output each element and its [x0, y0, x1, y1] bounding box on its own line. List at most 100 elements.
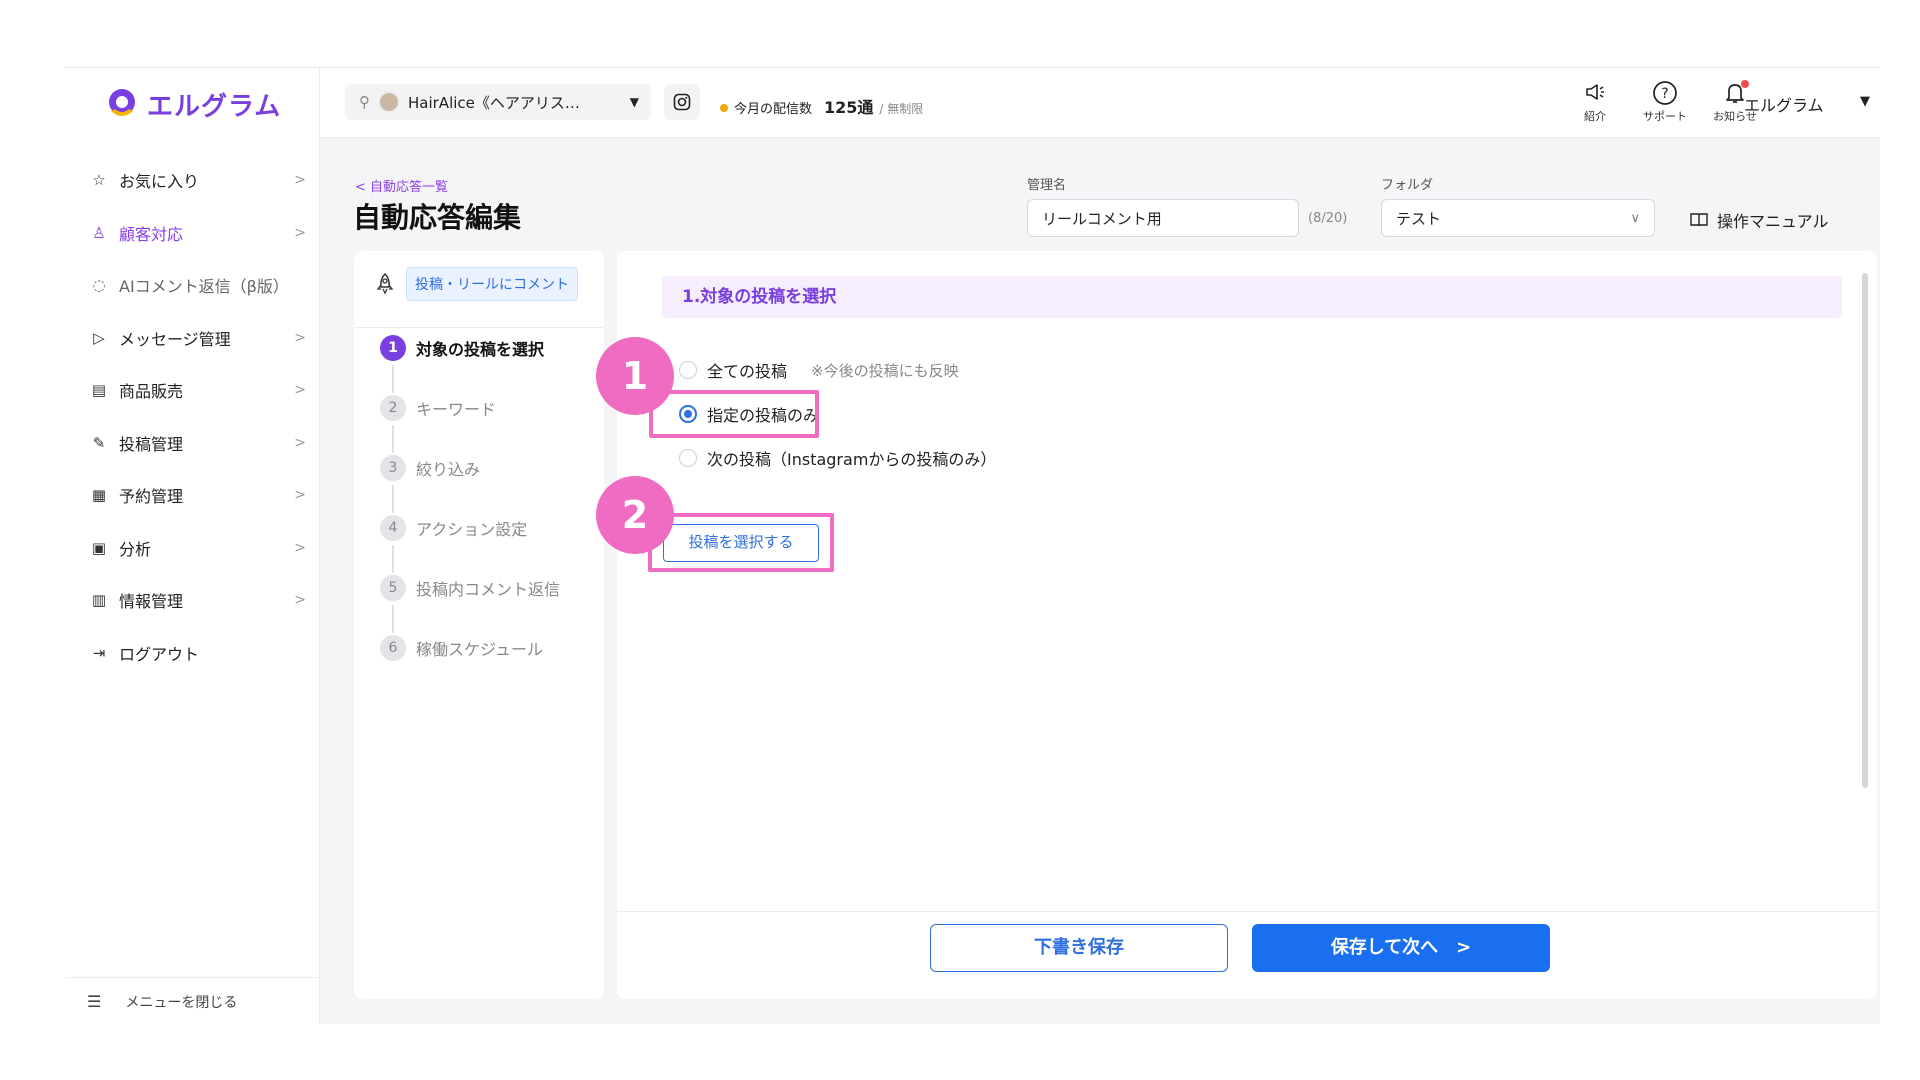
step-item[interactable]: 4 アクション設定 — [380, 515, 527, 541]
step-number: 5 — [380, 575, 406, 601]
account-selector[interactable]: ⚲ HairAlice《ヘアアリス… ▼ — [345, 84, 651, 120]
help-icon: ? — [1635, 80, 1695, 108]
support-label: サポート — [1643, 110, 1687, 123]
chevron-right-icon: > — [294, 172, 306, 189]
user-icon: ♙ — [92, 223, 106, 242]
step-connector — [392, 605, 394, 633]
sidebar-item[interactable]: ▦ 予約管理 > — [65, 469, 320, 522]
radio-button[interactable] — [679, 449, 697, 467]
divider — [617, 911, 1877, 912]
main-panel: 1.対象の投稿を選択 全ての投稿 ※今後の投稿にも反映 指定の投稿のみ 次の投稿… — [596, 251, 1877, 999]
delivery-quota: 今月の配信数 125通 / 無制限 — [720, 94, 923, 118]
option-note: ※今後の投稿にも反映 — [811, 361, 959, 380]
back-link[interactable]: < 自動応答一覧 — [355, 176, 448, 195]
step-connector — [392, 365, 394, 393]
megaphone-icon — [1565, 80, 1625, 108]
book-icon — [1690, 213, 1708, 227]
section-title: 1.対象の投稿を選択 — [662, 276, 1842, 318]
caret-down-icon: ▼ — [629, 95, 639, 109]
rocket-icon — [376, 272, 394, 295]
step-item[interactable]: 5 投稿内コメント返信 — [380, 575, 560, 601]
step-label: 稼働スケジュール — [416, 640, 543, 659]
step-item[interactable]: 1 対象の投稿を選択 — [380, 335, 544, 361]
step-item[interactable]: 2 キーワード — [380, 395, 496, 421]
sidebar-item-label: 投稿管理 — [119, 434, 184, 454]
caret-down-icon[interactable]: ▼ — [1860, 94, 1870, 109]
instagram-button[interactable] — [664, 84, 700, 120]
support-button[interactable]: ? サポート — [1635, 80, 1695, 124]
sidebar-nav: ☆ お気に入り > ♙ 顧客対応 > ◌ AIコメント返信（β版） ▷ メッセージ管理 > ▤ 商品販売… — [65, 154, 320, 679]
svg-text:?: ? — [1661, 86, 1668, 102]
ai-chat-icon: ◌ — [92, 276, 106, 295]
sidebar-item[interactable]: ◌ AIコメント返信（β版） — [65, 259, 320, 312]
step-item[interactable]: 3 絞り込み — [380, 455, 480, 481]
divider — [354, 327, 604, 328]
trigger-tag: 投稿・リールにコメント — [406, 267, 578, 301]
step-number: 6 — [380, 635, 406, 661]
shop-icon: ▤ — [91, 381, 107, 400]
annotation-badge-2: 2 — [596, 476, 674, 554]
chart-icon: ▥ — [91, 591, 107, 610]
folder-value: テスト — [1396, 210, 1442, 228]
highlight-box-2 — [648, 513, 834, 572]
steps-panel: 投稿・リールにコメント 1 対象の投稿を選択 2 キーワード 3 絞り込み 4 アクション設定… — [354, 251, 604, 999]
menu-collapse-icon: ☰ — [87, 992, 102, 1011]
close-menu-button[interactable]: ☰ メニューを閉じる — [65, 977, 320, 1024]
instagram-icon — [673, 93, 691, 111]
management-name-input[interactable]: リールコメント用 — [1027, 199, 1299, 237]
trigger-info: 投稿・リールにコメント — [374, 267, 578, 301]
notification-dot — [1741, 80, 1749, 88]
logo-icon — [105, 87, 139, 121]
sidebar-item-label: 予約管理 — [119, 487, 184, 507]
close-menu-label: メニューを閉じる — [125, 994, 238, 1011]
intro-button[interactable]: 紹介 — [1565, 80, 1625, 124]
sidebar-item[interactable]: ▤ 商品販売 > — [65, 364, 320, 417]
chevron-right-icon: > — [294, 224, 306, 241]
quota-label: 今月の配信数 — [734, 102, 813, 117]
scrollbar[interactable] — [1862, 273, 1868, 788]
option-all-posts[interactable]: 全ての投稿 ※今後の投稿にも反映 — [679, 358, 959, 382]
page-title: 自動応答編集 — [353, 201, 522, 234]
topbar: ⚲ HairAlice《ヘアアリス… ▼ 今月の配信数 125通 / 無制限 紹… — [320, 68, 1880, 138]
sidebar-item[interactable]: ▣ 分析 > — [65, 522, 320, 575]
folder-select[interactable]: テスト ∨ — [1381, 199, 1655, 237]
user-menu[interactable]: エルグラム — [1744, 92, 1824, 116]
highlight-box-1 — [649, 390, 819, 438]
sidebar-item[interactable]: ☆ お気に入り > — [65, 154, 320, 207]
sidebar-item[interactable]: ▷ メッセージ管理 > — [65, 312, 320, 365]
step-label: 絞り込み — [416, 460, 481, 479]
radio-button[interactable] — [679, 361, 697, 379]
save-and-next-button[interactable]: 保存して次へ > — [1252, 924, 1550, 972]
send-icon: ▷ — [93, 328, 105, 347]
step-connector — [392, 545, 394, 573]
step-label: アクション設定 — [416, 520, 528, 539]
save-draft-button[interactable]: 下書き保存 — [930, 924, 1228, 972]
chevron-down-icon: ∨ — [1630, 211, 1640, 226]
logo-text: エルグラム — [147, 91, 282, 122]
link-icon: ⚲ — [359, 93, 370, 111]
sidebar-item[interactable]: ▥ 情報管理 > — [65, 574, 320, 627]
char-counter: (8/20) — [1308, 211, 1348, 226]
sidebar-item-label: メッセージ管理 — [119, 329, 231, 349]
sidebar: エルグラム ☆ お気に入り > ♙ 顧客対応 > ◌ AIコメント返信（β版） ▷ メッセージ管理… — [65, 68, 320, 1024]
sidebar-item-label: 商品販売 — [119, 382, 184, 402]
sidebar-item-label: 情報管理 — [119, 592, 184, 612]
step-number: 3 — [380, 455, 406, 481]
star-icon: ☆ — [92, 171, 106, 190]
option-label: 全ての投稿 — [707, 362, 788, 381]
back-link-label: 自動応答一覧 — [370, 180, 449, 195]
step-item[interactable]: 6 稼働スケジュール — [380, 635, 543, 661]
option-next-post[interactable]: 次の投稿（Instagramからの投稿のみ） — [679, 446, 996, 470]
intro-label: 紹介 — [1584, 110, 1606, 123]
manual-link[interactable]: 操作マニュアル — [1689, 208, 1829, 232]
annotation-badge-1: 1 — [596, 337, 674, 415]
step-number: 2 — [380, 395, 406, 421]
logo[interactable]: エルグラム — [105, 84, 281, 124]
sidebar-item-label: 顧客対応 — [119, 224, 184, 244]
avatar — [378, 91, 400, 113]
option-label: 次の投稿（Instagramからの投稿のみ） — [707, 450, 997, 469]
sidebar-item-label: 分析 — [119, 539, 152, 559]
sidebar-item[interactable]: ✎ 投稿管理 > — [65, 417, 320, 470]
sidebar-item[interactable]: ♙ 顧客対応 > — [65, 207, 320, 260]
sidebar-item[interactable]: ⇥ ログアウト — [65, 627, 320, 680]
